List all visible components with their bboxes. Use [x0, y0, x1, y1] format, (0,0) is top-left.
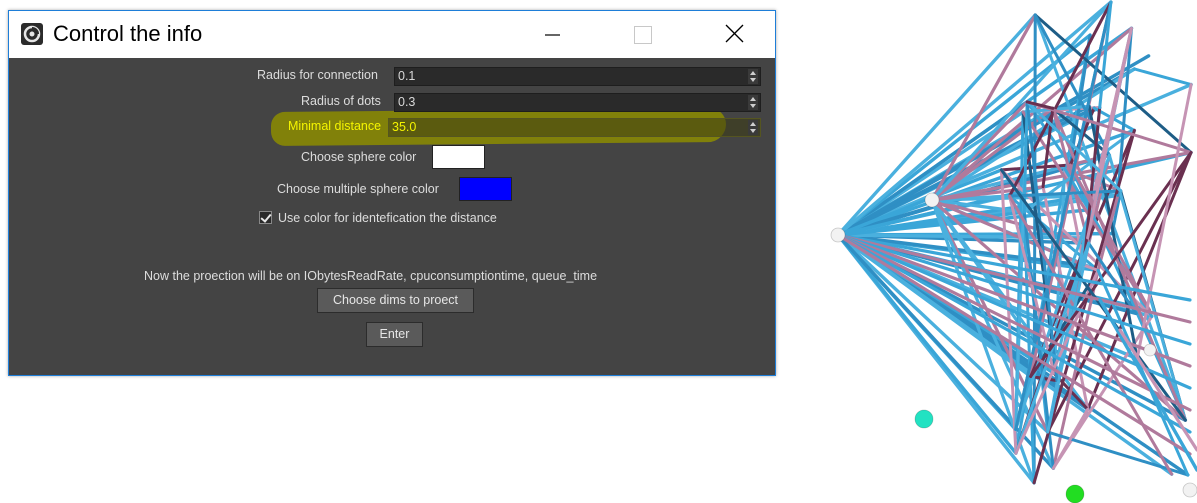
spin-arrows-icon[interactable] — [748, 95, 758, 110]
control-dialog: Control the info Radius for connection 0… — [8, 10, 776, 376]
radius-connection-label: Radius for connection — [257, 68, 378, 82]
multiple-sphere-color-label: Choose multiple sphere color — [277, 182, 439, 196]
minimal-distance-spinbox[interactable]: 35.0 — [388, 118, 761, 137]
enter-button[interactable]: Enter — [366, 322, 423, 347]
close-icon — [725, 24, 744, 43]
multiple-sphere-color-swatch[interactable] — [459, 177, 512, 201]
maximize-button[interactable] — [619, 11, 665, 58]
close-button[interactable] — [711, 11, 757, 58]
use-color-checkbox-label: Use color for identefication the distanc… — [278, 211, 497, 225]
radius-dots-spinbox[interactable]: 0.3 — [394, 93, 761, 112]
title-bar[interactable]: Control the info — [9, 11, 775, 58]
radius-dots-label: Radius of dots — [301, 94, 381, 108]
spin-arrows-icon[interactable] — [748, 69, 758, 84]
radius-dots-value: 0.3 — [398, 95, 416, 109]
network-edges — [836, 0, 1197, 485]
choose-dims-button[interactable]: Choose dims to proect — [317, 288, 474, 313]
minimal-distance-label: Minimal distance — [288, 119, 382, 133]
minimize-button[interactable] — [529, 11, 575, 58]
minimal-distance-value: 35.0 — [392, 120, 417, 134]
radius-connection-value: 0.1 — [398, 69, 416, 83]
sphere-color-swatch[interactable] — [432, 145, 485, 169]
window-title: Control the info — [53, 21, 203, 46]
sphere-color-label: Choose sphere color — [301, 150, 417, 164]
radius-connection-spinbox[interactable]: 0.1 — [394, 67, 761, 86]
maximize-icon — [634, 26, 652, 44]
use-color-checkbox[interactable] — [259, 211, 272, 224]
projection-info-text: Now the proection will be on IObytesRead… — [144, 269, 598, 283]
settings-panel: Radius for connection 0.1 Radius of dots… — [9, 58, 775, 375]
spin-arrows-icon[interactable] — [748, 120, 758, 135]
minimize-icon — [545, 34, 560, 36]
app-logo-icon — [21, 23, 43, 45]
